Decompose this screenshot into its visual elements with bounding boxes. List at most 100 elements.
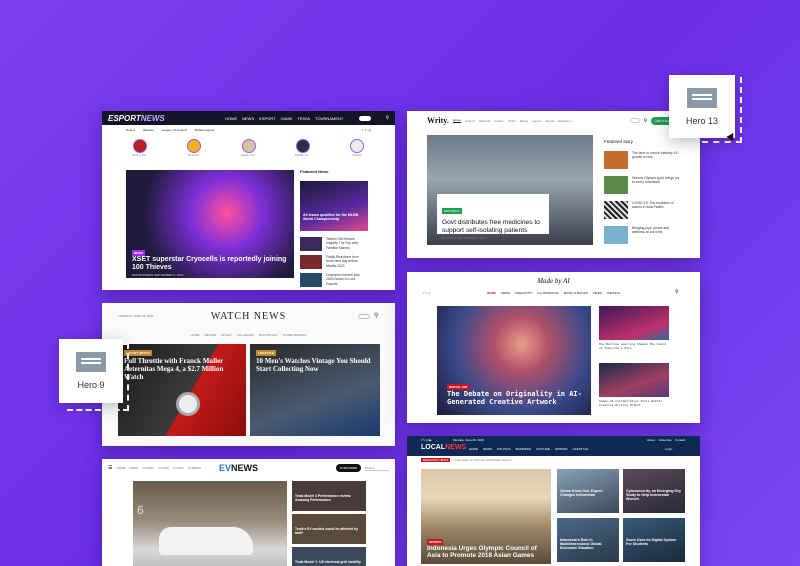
grid-item-3[interactable]: Indonesia's Role in Multidimensional Glo… bbox=[557, 518, 619, 562]
nav-item[interactable]: ESPORT bbox=[259, 116, 275, 121]
subnav-item[interactable]: Mobile Legend bbox=[195, 128, 215, 132]
nav-item[interactable]: ROLEX bbox=[221, 333, 231, 337]
social-icons[interactable]: f 𝕏 ◎ ▶ bbox=[421, 438, 432, 442]
nav-item[interactable]: HOME bbox=[191, 333, 200, 337]
social-icons[interactable]: f 𝕏 ◎ bbox=[362, 128, 371, 132]
nav-item[interactable]: Education bbox=[558, 119, 571, 123]
hero9-label[interactable]: Hero 9 bbox=[59, 339, 123, 403]
nav-item[interactable]: Essay bbox=[520, 119, 528, 123]
evnews-hero-image[interactable]: 6 bbox=[133, 481, 287, 566]
story-item[interactable]: Historic Olympic gold brings joy to ever… bbox=[604, 176, 680, 194]
nav-item[interactable]: ILLUSTRATION bbox=[537, 291, 558, 295]
nav-item[interactable]: NEWS bbox=[242, 116, 254, 121]
nav-item[interactable]: Home bbox=[452, 118, 461, 123]
nav-item[interactable]: HOME bbox=[225, 116, 237, 121]
top-link[interactable]: Advertise bbox=[659, 438, 672, 442]
item-title[interactable]: Tesla Model Y: US electrical grid mobili… bbox=[295, 560, 363, 565]
evnews-item-3[interactable]: Tesla Model Y: US electrical grid mobili… bbox=[292, 547, 366, 566]
hero13-label[interactable]: Hero 13 bbox=[669, 75, 735, 138]
nav-item[interactable]: CULTURE bbox=[536, 447, 550, 451]
esportnews-card[interactable]: ESPORTNEWS HOME NEWS ESPORT GAME TRIVIA … bbox=[102, 111, 395, 290]
nav-item[interactable]: GAME bbox=[281, 116, 293, 121]
theme-toggle[interactable] bbox=[358, 314, 370, 319]
side-item[interactable]: Tekken 050 heroes majority The Top with … bbox=[300, 237, 360, 251]
right-tag[interactable]: LIFESTYLE bbox=[256, 350, 277, 356]
writy-card[interactable]: Writy. Home Opinion Editorial Culture Vi… bbox=[407, 111, 700, 258]
evnews-card[interactable]: ☰ HOME NEWS GUIDES 2 CARS 3 CARS HYBRIDS… bbox=[102, 459, 395, 566]
nav-item[interactable]: Opinion bbox=[465, 119, 475, 123]
nav-item[interactable]: Visitor bbox=[508, 119, 516, 123]
writy-logo[interactable]: Writy. bbox=[427, 116, 449, 125]
right-title[interactable]: 10 Men's Watches Vintage You Should Star… bbox=[256, 357, 374, 373]
hero-title[interactable]: The Debate on Originality in AI-Generate… bbox=[447, 390, 585, 406]
login-button[interactable]: Login bbox=[665, 447, 672, 451]
team-item[interactable]: Dota 2 Se... bbox=[126, 139, 154, 157]
grid-title[interactable]: Cybersecurity, an Emerging Key Study to … bbox=[626, 489, 682, 501]
subnav-item[interactable]: League Of Legend bbox=[162, 128, 187, 132]
search-icon[interactable]: ⚲ bbox=[374, 312, 378, 319]
nav-item[interactable]: NEWS bbox=[483, 447, 492, 451]
item-title[interactable]: Tesla's EV models could be affected by t… bbox=[295, 527, 363, 536]
side-item[interactable]: Fiddly Reactions from more new day befor… bbox=[300, 255, 360, 269]
evnews-item-1[interactable]: Tesla Model 3 Performance review: Amazin… bbox=[292, 481, 366, 511]
esportnews-logo[interactable]: ESPORTNEWS bbox=[108, 114, 165, 123]
grid-title[interactable]: Zoom Uses Its Digital System For Student… bbox=[626, 538, 682, 546]
nav-item[interactable]: HOME bbox=[116, 466, 125, 470]
nav-item[interactable]: NEWS bbox=[501, 291, 510, 295]
featured-main-image[interactable]: All teams qualified for the MLBB World C… bbox=[300, 181, 368, 231]
nav-item[interactable]: MONTBLANC bbox=[259, 333, 278, 337]
nav-item[interactable]: TRIVIA bbox=[297, 116, 310, 121]
subnav-item[interactable]: Dota 2 bbox=[126, 128, 135, 132]
nav-item[interactable]: OTHER BRANDS bbox=[283, 333, 307, 337]
story-item[interactable]: The time to unlock Industry 4.0 growth i… bbox=[604, 151, 680, 169]
nav-item[interactable]: 2 CARS bbox=[158, 466, 169, 470]
subscribe-button[interactable]: SUBSCRIBE bbox=[335, 464, 361, 472]
localnews-hero-image[interactable]: SPORTS Indonesia Urges Olympic Council o… bbox=[421, 469, 551, 564]
nav-item[interactable]: LIFESTYLE bbox=[572, 447, 588, 451]
nav-item[interactable]: Sports bbox=[545, 119, 554, 123]
nav-item[interactable]: Letters bbox=[532, 119, 541, 123]
nav-item[interactable]: CREATIVITY bbox=[515, 291, 532, 295]
nav-item[interactable]: OPINION bbox=[555, 447, 568, 451]
top-link[interactable]: About bbox=[647, 438, 655, 442]
grid-title[interactable]: Ozone Kicks Out, Expect Changes Indonesi… bbox=[560, 489, 616, 497]
story-item[interactable]: COVID-19: The evolution of scams in Asia… bbox=[604, 201, 680, 219]
nav-item[interactable]: MUSIC & BOOKS bbox=[564, 291, 588, 295]
nav-item[interactable]: HOME bbox=[487, 291, 496, 295]
top-link[interactable]: Contact bbox=[675, 438, 685, 442]
subnav-item[interactable]: Valorant bbox=[143, 128, 154, 132]
grid-item-1[interactable]: Ozone Kicks Out, Expect Changes Indonesi… bbox=[557, 469, 619, 513]
nav-item[interactable]: HOME bbox=[469, 447, 478, 451]
nav-item[interactable]: REVIEW bbox=[205, 333, 217, 337]
hero-title[interactable]: Indonesia Urges Olympic Council of Asia … bbox=[427, 545, 549, 560]
watchnews-card[interactable]: TUESDAY, JUNE 28, 2023 WATCH NEWS ⚲ HOME… bbox=[102, 303, 395, 446]
item-title[interactable]: Tesla Model 3 Performance review: Amazin… bbox=[295, 494, 363, 503]
grid-item-4[interactable]: Zoom Uses Its Digital System For Student… bbox=[623, 518, 685, 562]
story-item[interactable]: Bringing joys, peace and wellness to our… bbox=[604, 226, 680, 244]
search-icon[interactable]: ⚲ bbox=[385, 115, 389, 121]
side-title-1[interactable]: How Machine Learning Shapes the Sound of… bbox=[599, 342, 671, 351]
watchnews-left-image[interactable]: LUXURY WATCH Full Throttle with Franck M… bbox=[118, 344, 246, 436]
nav-item[interactable]: HYBRIDS bbox=[188, 466, 201, 470]
team-item[interactable]: Mobile Le... bbox=[289, 139, 317, 157]
nav-item[interactable]: GUIDES bbox=[142, 466, 154, 470]
nav-item[interactable]: TOURNAMENT bbox=[315, 116, 343, 121]
theme-toggle[interactable] bbox=[629, 118, 640, 123]
featured-main-title[interactable]: All teams qualified for the MLBB World C… bbox=[303, 213, 365, 221]
grid-item-2[interactable]: Cybersecurity, an Emerging Key Study to … bbox=[623, 469, 685, 513]
nav-item[interactable]: Culture bbox=[494, 119, 504, 123]
localnews-card[interactable]: f 𝕏 ◎ ▶ Monday, June 26, 2023 About Adve… bbox=[407, 436, 700, 566]
side-item[interactable]: Champion heroes pick 2023 heads to Lord … bbox=[300, 273, 360, 287]
madebyai-hero-image[interactable]: DIGITAL ART The Debate on Originality in… bbox=[437, 306, 591, 415]
nav-item[interactable]: Editorial bbox=[479, 119, 490, 123]
search-icon[interactable]: ⚲ bbox=[644, 118, 648, 124]
grid-title[interactable]: Indonesia's Role in Multidimensional Glo… bbox=[560, 538, 616, 550]
nav-item[interactable]: BUSINESS bbox=[516, 447, 531, 451]
evnews-item-2[interactable]: Tesla's EV models could be affected by t… bbox=[292, 514, 366, 544]
hero-tag[interactable]: EDITORIAL bbox=[442, 208, 462, 214]
nav-item[interactable]: WRITING bbox=[607, 291, 620, 295]
nav-item[interactable]: NEWS bbox=[129, 466, 138, 470]
esportnews-hero-image[interactable]: NEWS XSET superstar Cryocells is reporte… bbox=[126, 170, 294, 278]
madebyai-logo[interactable]: Made by AI bbox=[407, 277, 700, 285]
madebyai-side-image-1[interactable] bbox=[599, 306, 669, 340]
